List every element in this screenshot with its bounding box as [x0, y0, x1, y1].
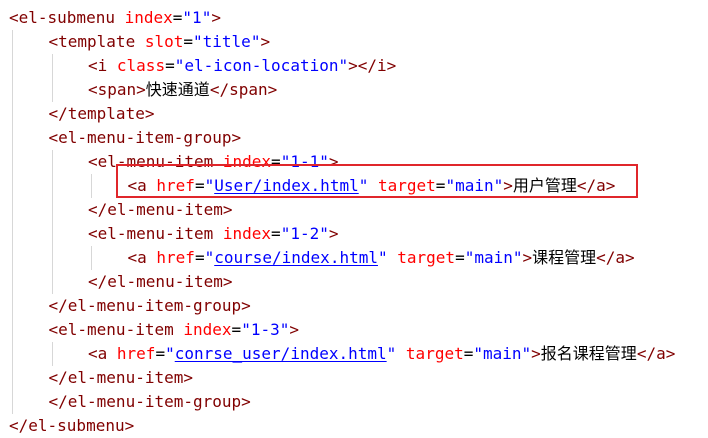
code-text-token: 课程管理: [532, 248, 597, 267]
code-attribute-token: index: [222, 224, 272, 243]
code-text-token: =: [231, 320, 242, 339]
indent-guide: [51, 342, 53, 366]
code-tag-token: >: [211, 8, 221, 27]
code-line: <span>快速通道</span>: [88, 78, 277, 102]
code-tag-token: </el-submenu>: [9, 416, 135, 435]
code-line: </template>: [49, 102, 155, 126]
code-value-token: "el-icon-location": [174, 56, 349, 75]
code-tag-token: >: [531, 344, 541, 363]
code-tag-token: </a>: [636, 344, 676, 363]
code-text-token: =: [165, 56, 175, 75]
code-tag-token: </el-menu-item>: [48, 368, 194, 387]
code-tag-token: <template: [48, 32, 136, 51]
code-url-token[interactable]: course/index.html: [214, 248, 378, 267]
code-tag-token: </el-menu-item>: [88, 200, 233, 219]
code-line: </el-menu-item-group>: [49, 294, 251, 318]
code-line: </el-submenu>: [9, 414, 134, 438]
code-tag-token: </el-menu-item>: [88, 272, 233, 291]
code-value-token: ": [377, 248, 388, 267]
code-text-token: =: [463, 344, 474, 363]
code-url-token[interactable]: conrse_user/index.html: [175, 344, 387, 363]
code-value-token: "1": [182, 8, 212, 27]
code-text-token: 快速通道: [145, 80, 210, 99]
code-tag-token: <i: [88, 56, 108, 75]
code-line: </el-menu-item>: [88, 270, 233, 294]
code-tag-token: >: [328, 224, 339, 243]
highlight-box: [116, 164, 638, 198]
code-value-token: "main": [473, 344, 532, 363]
code-line: <el-menu-item-group>: [49, 126, 242, 150]
code-tag-token: >: [522, 248, 533, 267]
code-tag-token: <span>: [88, 80, 146, 99]
code-value-token: "1-3": [241, 320, 290, 339]
code-line: </el-menu-item-group>: [49, 390, 251, 414]
code-text-token: =: [183, 32, 194, 51]
code-attribute-token: slot: [144, 32, 184, 51]
code-text-token: =: [194, 248, 205, 267]
indent-guide: [91, 174, 92, 198]
code-attribute-token: class: [116, 56, 166, 75]
code-text-token: 报名课程管理: [540, 344, 637, 363]
code-tag-token: </span>: [209, 80, 278, 99]
code-attribute-token: index: [183, 320, 232, 339]
code-line: <el-menu-item index="1-3">: [49, 318, 300, 342]
code-text-token: =: [155, 344, 166, 363]
code-tag-token: </template>: [48, 104, 155, 123]
code-line: <el-submenu index="1">: [9, 6, 221, 30]
code-line: <a href="course/index.html" target="main…: [128, 246, 635, 270]
code-tag-token: </el-menu-item-group>: [48, 296, 251, 315]
code-value-token: "main": [464, 248, 523, 267]
code-line: <el-menu-item index="1-2">: [88, 222, 339, 246]
code-tag-token: </a>: [596, 248, 635, 267]
indent-guide: [91, 246, 92, 270]
code-line: <i class="el-icon-location"></i>: [88, 54, 396, 78]
code-line: </el-menu-item>: [88, 198, 233, 222]
code-tag-token: <el-menu-item: [48, 320, 174, 339]
code-attribute-token: target: [397, 248, 456, 267]
code-tag-token: >: [260, 32, 271, 51]
code-attribute-token: target: [405, 344, 464, 363]
code-attribute-token: href: [156, 248, 195, 267]
code-value-token: ": [386, 344, 397, 363]
code-value-token: ": [165, 344, 175, 363]
code-text-token: =: [455, 248, 465, 267]
code-editor-view: <el-submenu index="1"> <template slot="ti…: [0, 0, 708, 436]
indent-guide: [12, 30, 13, 414]
code-attribute-token: href: [116, 344, 156, 363]
indent-guide: [51, 150, 53, 294]
code-tag-token: <el-menu-item: [88, 224, 214, 243]
indent-guide: [51, 54, 53, 102]
code-line: <a href="conrse_user/index.html" target=…: [88, 342, 675, 366]
code-value-token: "1-2": [280, 224, 329, 243]
code-attribute-token: index: [124, 8, 173, 27]
code-tag-token: <a: [127, 248, 147, 267]
code-text-token: =: [271, 224, 281, 243]
code-tag-token: >: [289, 320, 299, 339]
code-value-token: ": [204, 248, 215, 267]
code-line: <template slot="title">: [49, 30, 271, 54]
code-tag-token: ></i>: [348, 56, 397, 75]
code-text-token: =: [172, 8, 183, 27]
code-tag-token: <el-submenu: [9, 8, 115, 27]
code-tag-token: </el-menu-item-group>: [48, 392, 251, 411]
code-value-token: "title": [193, 32, 261, 51]
code-line: </el-menu-item>: [49, 366, 194, 390]
code-tag-token: <a: [88, 344, 108, 363]
code-tag-token: <el-menu-item-group>: [48, 128, 242, 147]
